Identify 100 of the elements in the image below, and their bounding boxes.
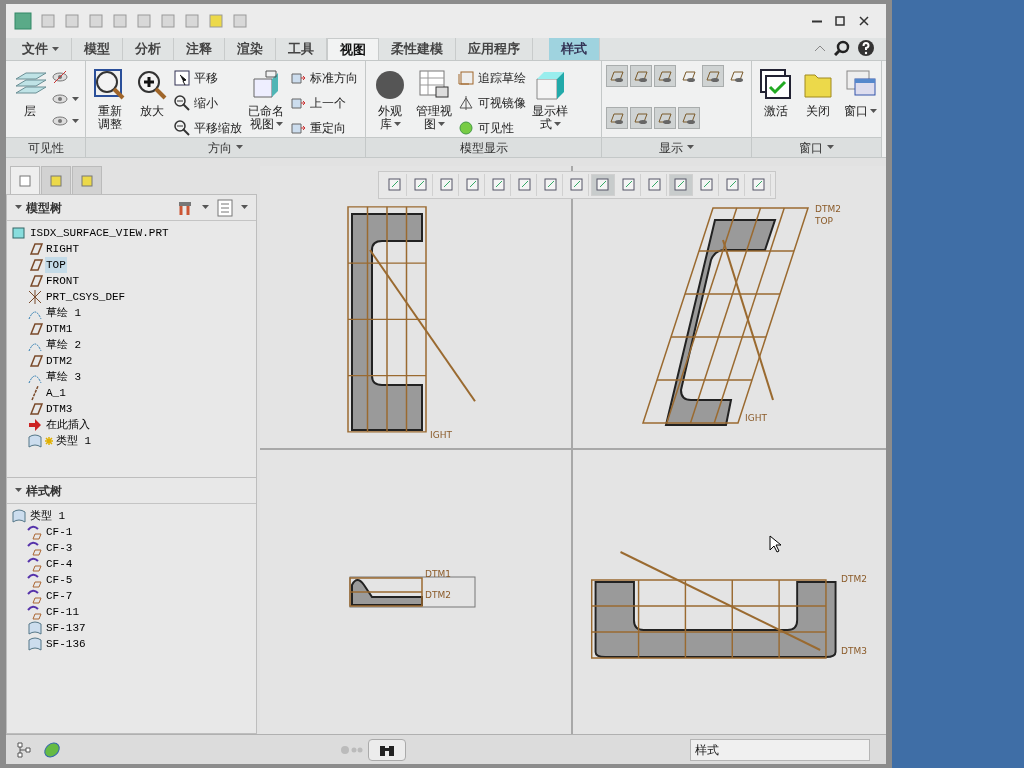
- caret-icon: [72, 96, 79, 102]
- view-tool-button[interactable]: [669, 174, 693, 196]
- ribbon-tab[interactable]: 视图: [327, 38, 379, 60]
- tree-item[interactable]: CF-4: [45, 555, 74, 573]
- display-toggle-button[interactable]: [654, 65, 676, 87]
- eye-icon: [52, 113, 68, 129]
- tree-item[interactable]: ISDX_SURFACE_VIEW.PRT: [29, 224, 170, 242]
- tree-item[interactable]: CF-7: [45, 587, 74, 605]
- curve-icon: [27, 604, 43, 620]
- tree-item[interactable]: DTM3: [45, 400, 74, 418]
- tree-title: 模型树: [26, 199, 62, 217]
- tree-item[interactable]: 草绘 1: [45, 304, 83, 322]
- tree-item[interactable]: 在此插入: [45, 416, 91, 434]
- tree-item[interactable]: DTM2: [45, 352, 74, 370]
- tree-item[interactable]: 草绘 2: [45, 336, 83, 354]
- caret-icon: [687, 145, 694, 150]
- plane-icon: [27, 401, 43, 417]
- graphics-viewport[interactable]: IGHT DTM2 TOP IGHT DTM1 DTM2 DTM2 DTM3: [260, 166, 886, 734]
- group-label: 显示: [659, 139, 683, 157]
- tree-item[interactable]: CF-1: [45, 523, 74, 541]
- ribbon-small-button[interactable]: 可见性: [458, 119, 526, 137]
- panel-tab[interactable]: [72, 166, 102, 194]
- ribbon-small-button[interactable]: 重定向: [290, 119, 358, 137]
- ribbon-button[interactable]: 放大: [132, 65, 172, 118]
- ribbon-button[interactable]: 窗口: [840, 65, 881, 118]
- view-tool-icon: [490, 177, 507, 193]
- display-toggle-button[interactable]: [630, 65, 652, 87]
- display-toggle-button[interactable]: [606, 65, 628, 87]
- tree-item[interactable]: SF-136: [45, 635, 87, 653]
- ribbon-button[interactable]: 层: [10, 65, 50, 118]
- find-button[interactable]: [368, 738, 406, 761]
- tree-item[interactable]: CF-5: [45, 571, 74, 589]
- datum-label: DTM3: [841, 646, 867, 656]
- button-label: 激活: [764, 105, 788, 118]
- ribbon-button[interactable]: 重新 调整: [90, 65, 130, 131]
- datum-display-icon: [657, 110, 673, 126]
- visibility-tool-button[interactable]: [52, 113, 79, 129]
- tree-item[interactable]: RIGHT: [45, 240, 80, 258]
- cube-icon: [534, 69, 566, 101]
- minimize-icon: [812, 20, 822, 23]
- part-icon: [11, 225, 27, 241]
- tree-item[interactable]: PRT_CSYS_DEF: [45, 288, 127, 306]
- tree-item[interactable]: CF-11: [45, 603, 80, 621]
- eye-icon: [52, 91, 68, 107]
- ribbon-small-button[interactable]: 标准方向: [290, 69, 358, 87]
- button-label: 式: [539, 118, 561, 131]
- ribbon-small-button[interactable]: 平移: [174, 69, 242, 87]
- ribbon-small-button[interactable]: 平移缩放: [174, 119, 242, 137]
- ribbon-button[interactable]: 关闭: [798, 65, 838, 118]
- caret-icon: [202, 205, 209, 210]
- group-label: 可见性: [27, 139, 64, 157]
- view-tool-button[interactable]: [591, 174, 615, 196]
- tree-item[interactable]: A_1: [45, 384, 67, 402]
- progress-dots-icon: [340, 744, 364, 755]
- tree-item[interactable]: 类型 1: [55, 432, 93, 450]
- ribbon-button[interactable]: 激活: [756, 65, 796, 118]
- list-icon: [217, 198, 233, 217]
- button-label: 显示样: [532, 105, 568, 118]
- button-label: 图: [423, 118, 445, 131]
- ribbon-button[interactable]: 外观 库: [370, 65, 410, 131]
- ribbon-tab[interactable]: 样式: [549, 38, 600, 60]
- tree-item[interactable]: 类型 1: [29, 507, 67, 525]
- tree-item[interactable]: SF-137: [45, 619, 87, 637]
- surface-icon: [27, 433, 43, 449]
- datum-label: IGHT: [745, 413, 767, 423]
- view-arrow-icon: [290, 70, 306, 86]
- panel-tab[interactable]: [41, 166, 71, 194]
- display-toggle-button[interactable]: [630, 107, 652, 129]
- ribbon-small-button[interactable]: 追踪草绘: [458, 69, 526, 87]
- view-tool-icon: [698, 177, 715, 193]
- pan-icon: [174, 70, 190, 86]
- ribbon-button[interactable]: 已命名 视图: [244, 65, 288, 131]
- panel-tab[interactable]: [10, 166, 40, 194]
- group-label: 窗口: [799, 139, 823, 157]
- grid-camera-icon: [418, 69, 450, 101]
- ribbon-button[interactable]: 管理视 图: [412, 65, 456, 131]
- tree-item[interactable]: TOP: [45, 256, 67, 274]
- caret-icon: [236, 145, 243, 150]
- ribbon-small-button[interactable]: 可视镜像: [458, 94, 526, 112]
- tree-item[interactable]: DTM1: [45, 320, 74, 338]
- display-toggle-button[interactable]: [678, 107, 700, 129]
- tree-item[interactable]: FRONT: [45, 272, 80, 290]
- tree-item[interactable]: CF-3: [45, 539, 74, 557]
- display-toggle-button[interactable]: [702, 65, 724, 87]
- display-toggle-button[interactable]: [606, 107, 628, 129]
- star-icon: [45, 437, 53, 445]
- ribbon-small-button[interactable]: 缩小: [174, 94, 242, 112]
- help-icon: [858, 40, 874, 56]
- button-label: 窗口: [844, 105, 877, 118]
- tree-item[interactable]: 草绘 3: [45, 368, 83, 386]
- datum-label: DTM2: [815, 204, 841, 214]
- filter-dropdown[interactable]: 样式: [690, 738, 870, 761]
- zoom-fit-icon: [94, 69, 126, 101]
- ribbon-small-button[interactable]: 上一个: [290, 94, 358, 112]
- search-icon: [834, 40, 850, 56]
- display-toggle-button[interactable]: [654, 107, 676, 129]
- datum-display-icon: [609, 68, 625, 84]
- visibility-tool-button[interactable]: [52, 91, 79, 107]
- view-tool-icon: [568, 177, 585, 193]
- ribbon-button[interactable]: 显示样 式: [528, 65, 572, 131]
